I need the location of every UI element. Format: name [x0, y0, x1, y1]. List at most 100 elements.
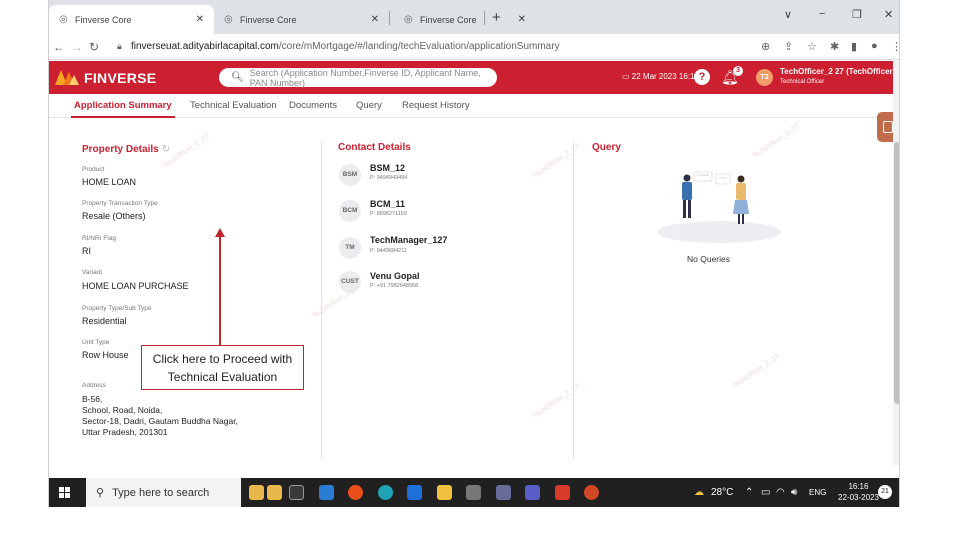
pinned-app-icon[interactable] — [249, 485, 264, 500]
acrobat-icon[interactable] — [555, 485, 570, 500]
tab-documents[interactable]: Documents — [289, 100, 337, 111]
property-details-heading: Property Details ↻ — [82, 144, 170, 155]
avatar[interactable]: T2 — [756, 69, 773, 86]
edge-icon[interactable] — [378, 485, 393, 500]
new-tab-button[interactable]: + — [492, 9, 501, 26]
search-icon: 🔍︎ — [231, 72, 244, 83]
user-name[interactable]: TechOfficer_2 27 (TechOfficer_2_27) — [780, 67, 899, 76]
scrollbar-thumb[interactable] — [894, 142, 899, 404]
tab-query[interactable]: Query — [356, 100, 382, 111]
maximize-button[interactable]: ❐ — [852, 8, 862, 21]
side-panel-icon[interactable]: ▮ — [851, 40, 857, 53]
close-tab-icon[interactable]: ✕ — [196, 14, 204, 25]
brand-name: FINVERSE — [84, 70, 157, 86]
clock-date: 22-03-2023 — [838, 493, 879, 502]
file-explorer-icon[interactable] — [437, 485, 452, 500]
contact-phone: P: 8898271159 — [370, 211, 407, 217]
globe-icon: ◎ — [59, 13, 68, 25]
paint-icon[interactable] — [496, 485, 511, 500]
minimize-button[interactable]: − — [819, 8, 825, 20]
url-path: /core/mMortgage/#/landing/techEvaluation… — [278, 41, 560, 52]
lock-icon[interactable]: 🔒︎ — [117, 41, 122, 52]
task-view-icon[interactable] — [289, 485, 304, 500]
pinned-app-icon[interactable] — [267, 485, 282, 500]
field-label: Variant — [82, 269, 103, 276]
global-search-input[interactable]: 🔍︎ Search (Application Number,Finverse I… — [219, 67, 497, 88]
tab-application-summary[interactable]: Application Summary — [74, 100, 172, 111]
close-tab-icon[interactable]: ✕ — [518, 14, 526, 25]
tray-chevron-icon[interactable]: ⌃ — [745, 487, 753, 498]
globe-icon: ◎ — [224, 13, 233, 25]
contact-badge: BSM — [339, 164, 361, 186]
battery-icon[interactable]: ▭ — [761, 487, 770, 498]
address-bar: ← → ↻ 🔒︎ finverseuat.adityabirlacapital.… — [49, 34, 899, 60]
field-label: Property Type/Sub Type — [82, 305, 152, 312]
user-role: Technical Officer — [780, 79, 825, 85]
tab-technical-evaluation[interactable]: Technical Evaluation — [190, 100, 277, 111]
taskbar-search-input[interactable]: ⚲ Type here to search — [86, 478, 241, 507]
windows-taskbar: ⚲ Type here to search ☁ 28°C ⌃ ▭ ◠ 🔊︎ EN… — [49, 478, 899, 507]
menu-icon[interactable]: ⋮ — [891, 40, 899, 53]
browser-tab-title: Finverse Core — [420, 14, 477, 25]
address-line: School, Road, Noida, — [82, 405, 163, 415]
extensions-icon[interactable]: ✱ — [830, 40, 839, 53]
tab-divider — [484, 11, 485, 25]
refresh-icon[interactable]: ↻ — [162, 144, 170, 155]
browser-tab-1[interactable]: ◎ Finverse Core ✕ — [49, 5, 214, 34]
field-value-product: HOME LOAN — [82, 177, 137, 187]
field-value-unit-type: Row House — [82, 350, 129, 360]
taskbar-clock[interactable]: 16:16 22-03-2023 — [838, 481, 879, 503]
property-details-title: Property Details — [82, 144, 159, 155]
powerpoint-icon[interactable] — [584, 485, 599, 500]
field-label: Product — [82, 166, 105, 173]
ie-icon[interactable] — [407, 485, 422, 500]
column-divider — [573, 142, 574, 458]
contact-name: Venu Gopal — [370, 271, 420, 281]
tab-divider — [389, 11, 390, 25]
url-field[interactable]: finverseuat.adityabirlacapital.com/core/… — [131, 41, 560, 52]
address-line: Uttar Pradesh, 201301 — [82, 427, 168, 437]
help-icon[interactable]: ? — [694, 69, 710, 85]
contact-phone: P: +91 7982648568 — [370, 283, 419, 289]
contact-phone: P: 9443684211 — [370, 248, 407, 254]
tab-search-icon[interactable]: ∨ — [784, 8, 792, 21]
browser-tab-2[interactable]: ◎ Finverse Core ✕ — [214, 5, 389, 34]
contact-badge: TM — [339, 237, 361, 259]
outlook-icon[interactable] — [319, 485, 334, 500]
wifi-icon[interactable]: ◠ — [776, 487, 785, 498]
weather-icon[interactable]: ☁ — [694, 487, 704, 498]
language-indicator[interactable]: ENG — [809, 488, 826, 497]
search-placeholder: Search (Application Number,Finverse ID, … — [249, 67, 481, 88]
calculator-icon[interactable] — [466, 485, 481, 500]
close-tab-icon[interactable]: ✕ — [371, 14, 379, 25]
field-label: Property Transaction Type — [82, 200, 158, 207]
volume-icon[interactable]: 🔊︎ — [791, 487, 797, 498]
teams-icon[interactable] — [525, 485, 540, 500]
no-queries-text: No Queries — [687, 254, 730, 264]
notification-center-icon[interactable]: 21 — [878, 485, 892, 499]
callout-arrow — [219, 236, 221, 345]
app-header: FINVERSE 🔍︎ Search (Application Number,F… — [49, 61, 899, 94]
forward-icon[interactable]: → — [71, 40, 83, 54]
address-line: Sector-18, Dadri, Gautam Buddha Nagar, — [82, 416, 238, 426]
date-text: 22 Mar 2023 16:16 — [631, 72, 699, 81]
contact-phone: P: 9494949494 — [370, 175, 408, 181]
browser-tab-3[interactable]: ◎ Finverse Core ✕ — [394, 5, 526, 34]
tab-request-history[interactable]: Request History — [402, 100, 470, 111]
instruction-callout: Click here to Proceed with Technical Eva… — [141, 345, 304, 390]
field-value-address: B-56, School, Road, Noida, Sector-18, Da… — [82, 394, 302, 438]
share-icon[interactable]: ⇪ — [784, 40, 793, 53]
chrome-icon[interactable] — [348, 485, 363, 500]
callout-line: Click here to Proceed with — [152, 352, 293, 366]
windows-start-icon[interactable] — [59, 487, 70, 498]
profile-icon[interactable]: ● — [871, 40, 878, 52]
calendar-icon: ▭ — [622, 72, 632, 81]
globe-icon: ◎ — [404, 13, 413, 25]
back-icon[interactable]: ← — [53, 40, 65, 54]
reload-icon[interactable]: ↻ — [89, 40, 99, 54]
bookmark-star-icon[interactable]: ☆ — [807, 40, 817, 53]
contact-badge: CUST — [339, 271, 361, 293]
weather-temp[interactable]: 28°C — [711, 487, 733, 498]
zoom-icon[interactable]: ⊕ — [761, 40, 770, 53]
close-window-button[interactable]: ✕ — [884, 8, 893, 21]
